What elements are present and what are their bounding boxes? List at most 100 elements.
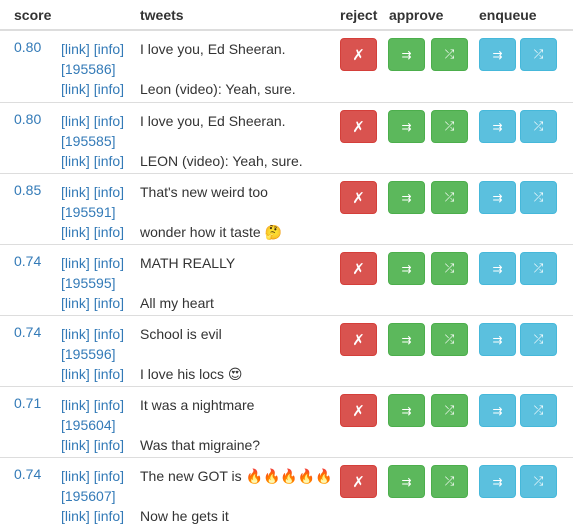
reject-button[interactable]: ✗ xyxy=(340,38,377,71)
tweet-text: It was a nightmare xyxy=(140,397,255,413)
enqueue-shuffle-button[interactable]: ⤮ xyxy=(520,323,557,356)
info-link[interactable]: [info] xyxy=(94,41,124,57)
shuffle-icon: ⤮ xyxy=(533,47,544,61)
tweet-id-link[interactable]: [195595] xyxy=(61,275,116,291)
reply-text: Now he gets it xyxy=(140,508,229,524)
enqueue-shuffle-button[interactable]: ⤮ xyxy=(520,181,557,214)
tweet-id-link[interactable]: [195607] xyxy=(61,488,116,504)
append-icon: ⇉ xyxy=(401,474,412,489)
approve-shuffle-button[interactable]: ⤮ xyxy=(431,181,468,214)
append-icon: ⇉ xyxy=(492,261,503,276)
approve-shuffle-button[interactable]: ⤮ xyxy=(431,110,468,143)
shuffle-icon: ⤮ xyxy=(533,190,544,204)
approve-append-button[interactable]: ⇉ xyxy=(388,465,425,498)
tweet-id-link[interactable]: [195596] xyxy=(61,346,116,362)
reject-button[interactable]: ✗ xyxy=(340,323,377,356)
reject-icon: ✗ xyxy=(352,46,365,64)
approve-append-button[interactable]: ⇉ xyxy=(388,181,425,214)
info-link[interactable]: [info] xyxy=(94,397,124,413)
tweet-id-link[interactable]: [195591] xyxy=(61,204,116,220)
link-link[interactable]: [link] xyxy=(61,184,90,200)
approve-shuffle-button[interactable]: ⤮ xyxy=(431,38,468,71)
enqueue-shuffle-button[interactable]: ⤮ xyxy=(520,252,557,285)
shuffle-icon: ⤮ xyxy=(533,403,544,417)
approve-append-button[interactable]: ⇉ xyxy=(388,252,425,285)
tweet-text: I love you, Ed Sheeran. xyxy=(140,41,286,57)
enqueue-shuffle-button[interactable]: ⤮ xyxy=(520,38,557,71)
append-icon: ⇉ xyxy=(492,403,503,418)
enqueue-append-button[interactable]: ⇉ xyxy=(479,38,516,71)
reply-text: LEON (video): Yeah, sure. xyxy=(140,153,303,169)
reject-icon: ✗ xyxy=(352,402,365,420)
info-link[interactable]: [info] xyxy=(94,508,124,524)
link-link[interactable]: [link] xyxy=(61,326,90,342)
link-link[interactable]: [link] xyxy=(61,295,90,311)
info-link[interactable]: [info] xyxy=(94,468,124,484)
tweet-id-link[interactable]: [195604] xyxy=(61,417,116,433)
link-link[interactable]: [link] xyxy=(61,255,90,271)
info-link[interactable]: [info] xyxy=(94,113,124,129)
tweet-id-link[interactable]: [195585] xyxy=(61,133,116,149)
enqueue-shuffle-button[interactable]: ⤮ xyxy=(520,394,557,427)
link-link[interactable]: [link] xyxy=(61,81,90,97)
info-link[interactable]: [info] xyxy=(94,255,124,271)
enqueue-append-button[interactable]: ⇉ xyxy=(479,394,516,427)
info-link[interactable]: [info] xyxy=(94,153,124,169)
approve-append-button[interactable]: ⇉ xyxy=(388,394,425,427)
reject-button[interactable]: ✗ xyxy=(340,394,377,427)
link-link[interactable]: [link] xyxy=(61,41,90,57)
table-row: 0.80 [link] [info] [195585] [link] [info… xyxy=(0,102,573,173)
enqueue-shuffle-button[interactable]: ⤮ xyxy=(520,465,557,498)
approve-append-button[interactable]: ⇉ xyxy=(388,110,425,143)
approve-append-button[interactable]: ⇉ xyxy=(388,323,425,356)
approve-shuffle-button[interactable]: ⤮ xyxy=(431,323,468,356)
shuffle-icon: ⤮ xyxy=(444,47,455,61)
link-link[interactable]: [link] xyxy=(61,153,90,169)
info-link[interactable]: [info] xyxy=(94,184,124,200)
enqueue-append-button[interactable]: ⇉ xyxy=(479,252,516,285)
link-link[interactable]: [link] xyxy=(61,437,90,453)
tweet-text: School is evil xyxy=(140,326,222,342)
shuffle-icon: ⤮ xyxy=(444,119,455,133)
append-icon: ⇉ xyxy=(492,332,503,347)
reply-text: Leon (video): Yeah, sure. xyxy=(140,81,296,97)
enqueue-shuffle-button[interactable]: ⤮ xyxy=(520,110,557,143)
info-link[interactable]: [info] xyxy=(94,366,124,382)
approve-shuffle-button[interactable]: ⤮ xyxy=(431,252,468,285)
append-icon: ⇉ xyxy=(492,474,503,489)
approve-shuffle-button[interactable]: ⤮ xyxy=(431,394,468,427)
append-icon: ⇉ xyxy=(492,190,503,205)
info-link[interactable]: [info] xyxy=(94,81,124,97)
tweet-text: That's new weird too xyxy=(140,184,268,200)
reject-button[interactable]: ✗ xyxy=(340,252,377,285)
link-link[interactable]: [link] xyxy=(61,366,90,382)
enqueue-append-button[interactable]: ⇉ xyxy=(479,110,516,143)
info-link[interactable]: [info] xyxy=(94,295,124,311)
reject-button[interactable]: ✗ xyxy=(340,465,377,498)
enqueue-append-button[interactable]: ⇉ xyxy=(479,465,516,498)
approve-shuffle-button[interactable]: ⤮ xyxy=(431,465,468,498)
link-link[interactable]: [link] xyxy=(61,224,90,240)
enqueue-append-button[interactable]: ⇉ xyxy=(479,323,516,356)
info-link[interactable]: [info] xyxy=(94,224,124,240)
reject-button[interactable]: ✗ xyxy=(340,110,377,143)
link-link[interactable]: [link] xyxy=(61,113,90,129)
enqueue-append-button[interactable]: ⇉ xyxy=(479,181,516,214)
reply-text: I love his locs 😍 xyxy=(140,366,243,382)
table-row: 0.71 [link] [info] [195604] [link] [info… xyxy=(0,386,573,457)
tweet-id-link[interactable]: [195586] xyxy=(61,61,116,77)
approve-append-button[interactable]: ⇉ xyxy=(388,38,425,71)
reject-icon: ✗ xyxy=(352,473,365,491)
reply-text: Was that migraine? xyxy=(140,437,261,453)
link-link[interactable]: [link] xyxy=(61,508,90,524)
header-tweets: tweets xyxy=(140,7,184,23)
reject-button[interactable]: ✗ xyxy=(340,181,377,214)
shuffle-icon: ⤮ xyxy=(533,474,544,488)
link-link[interactable]: [link] xyxy=(61,397,90,413)
info-link[interactable]: [info] xyxy=(94,326,124,342)
score-value: 0.85 xyxy=(14,182,42,198)
link-link[interactable]: [link] xyxy=(61,468,90,484)
tweet-pair: I love you, Ed Sheeran. LEON (video): Ye… xyxy=(140,111,335,171)
append-icon: ⇉ xyxy=(401,403,412,418)
info-link[interactable]: [info] xyxy=(94,437,124,453)
